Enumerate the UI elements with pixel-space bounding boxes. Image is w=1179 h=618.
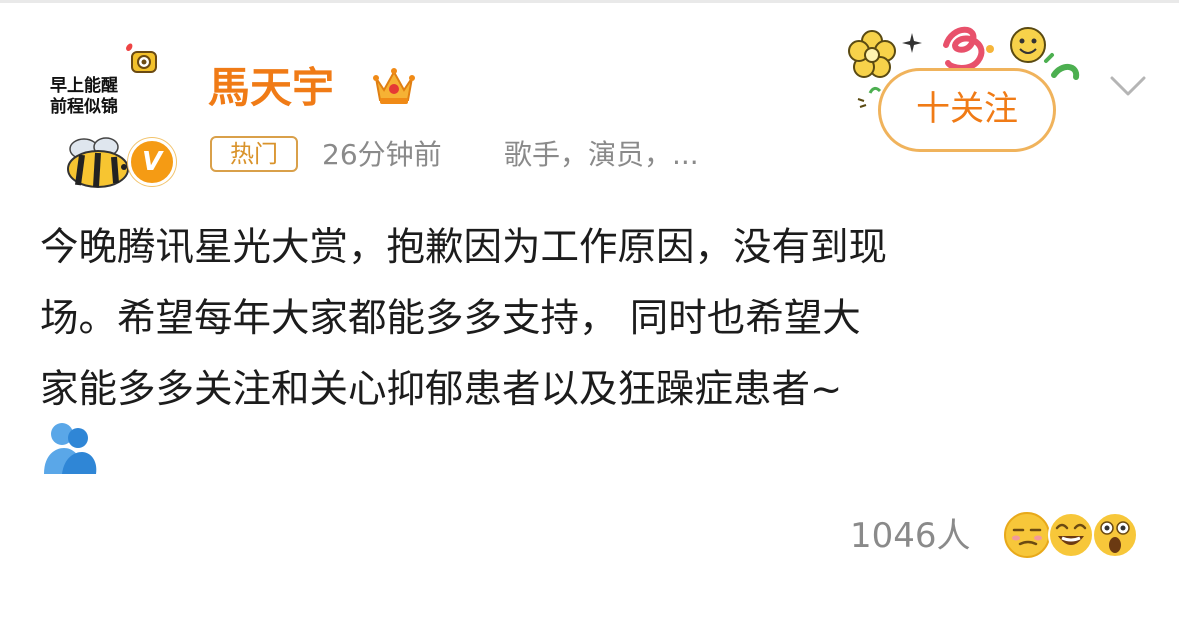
author-tags: 歌手，演员，... <box>504 138 699 171</box>
top-divider <box>0 0 1179 3</box>
crown-icon <box>373 68 415 104</box>
shocked-emoji-icon <box>1092 512 1138 558</box>
post-line-3: 家能多多关注和关心抑郁患者以及狂躁症患者~ <box>40 367 843 412</box>
avatar-text: 早上能醒 前程似锦 <box>50 76 140 118</box>
post-line-2: 场。希望每年大家都能多多支持， 同时也希望大 <box>40 296 861 341</box>
post-line-1: 今晚腾讯星光大赏，抱歉因为工作原因，没有到现 <box>40 225 888 270</box>
avatar-text-line-2: 前程似锦 <box>50 97 118 117</box>
hot-badge: 热门 <box>210 136 298 172</box>
hug-emoji-icon <box>44 423 97 474</box>
reaction-count[interactable]: 1046人 <box>850 512 971 560</box>
follow-button[interactable]: 十关注 <box>878 68 1056 152</box>
smirk-emoji-icon <box>1004 512 1050 558</box>
avatar-text-line-1: 早上能醒 <box>50 76 118 96</box>
chevron-down-icon[interactable] <box>1108 70 1148 100</box>
verified-badge: V <box>128 138 176 186</box>
camera-sticker-icon <box>126 43 157 73</box>
author-name[interactable]: 馬天宇 <box>208 60 334 116</box>
post-content: 今晚腾讯星光大赏，抱歉因为工作原因，没有到现 场。希望每年大家都能多多支持， 同… <box>40 212 1140 425</box>
post-time: 26分钟前 <box>322 138 442 171</box>
laugh-emoji-icon <box>1048 512 1094 558</box>
avatar[interactable]: 早上能醒 前程似锦 V <box>40 38 180 188</box>
